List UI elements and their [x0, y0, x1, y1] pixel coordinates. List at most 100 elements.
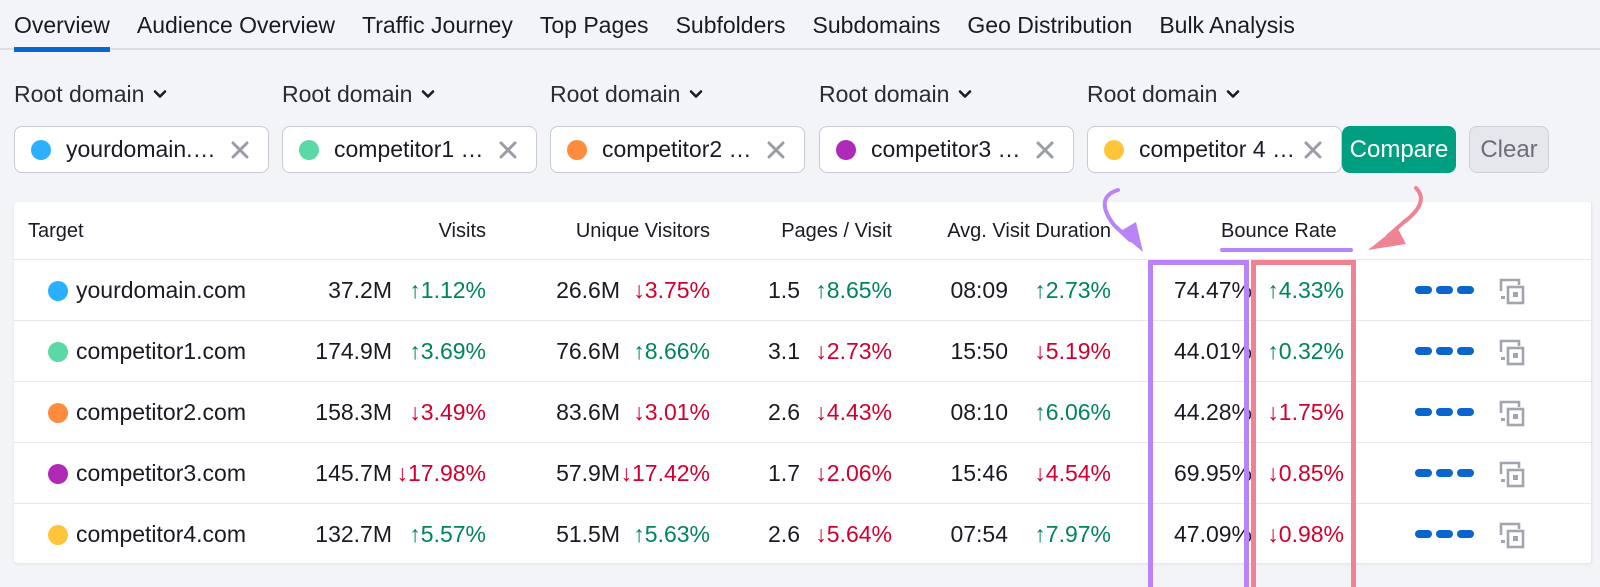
visits-change: ↑3.69%	[409, 338, 486, 364]
tab-bulk-analysis[interactable]: Bulk Analysis	[1159, 0, 1295, 50]
compare-pages-icon[interactable]	[1497, 398, 1527, 428]
avg-duration-change: ↑7.97%	[1034, 521, 1111, 547]
target-domain[interactable]: competitor3.com	[48, 443, 246, 504]
bounce-rate-value: 47.09%	[1173, 521, 1252, 547]
pages-visit-change: ↓5.64%	[815, 521, 892, 547]
domain-filter: Root domain competitor2 …	[550, 76, 805, 173]
tab-overview[interactable]: Overview	[14, 0, 110, 52]
table-header: Target Visits Unique Visitors Pages / Vi…	[14, 202, 1592, 260]
scope-label: Root domain	[14, 80, 145, 107]
tab-audience-overview[interactable]: Audience Overview	[137, 0, 335, 50]
table-row: competitor2.com 158.3M ↓3.49% 83.6M ↓3.0…	[14, 382, 1592, 443]
domain-input[interactable]: competitor3 …	[819, 126, 1074, 173]
visits-value: 132.7M	[315, 521, 392, 547]
domain-name: competitor3.com	[76, 460, 247, 486]
domain-filter: Root domain competitor 4 …	[1087, 76, 1342, 173]
pages-visit-value: 1.5	[768, 277, 800, 303]
clear-domain-button[interactable]	[226, 136, 254, 164]
domain-color-dot	[48, 463, 68, 484]
target-domain[interactable]: competitor4.com	[48, 504, 246, 565]
domain-color-dot	[299, 139, 319, 160]
domain-input[interactable]: competitor2 …	[550, 126, 805, 173]
visits-value: 145.7M	[315, 460, 392, 486]
bounce-rate-underline-annotation	[1220, 248, 1353, 252]
domain-input[interactable]: competitor1 …	[282, 126, 537, 173]
bounce-rate-value: 69.95%	[1173, 460, 1252, 486]
scrollbar-track[interactable]	[1591, 202, 1592, 563]
domain-input[interactable]: competitor 4 …	[1087, 126, 1342, 173]
scope-dropdown[interactable]: Root domain	[819, 76, 973, 112]
bounce-rate-change: ↑0.32%	[1267, 338, 1344, 364]
target-domain[interactable]: competitor1.com	[48, 321, 246, 382]
unique-visitors-value: 26.6M	[556, 277, 620, 303]
domain-name: yourdomain.com	[76, 277, 247, 303]
bounce-rate-value: 74.47%	[1173, 277, 1252, 303]
trend-chart-button[interactable]	[1415, 469, 1474, 477]
unique-visitors-change: ↓17.42%	[620, 460, 710, 486]
tab-traffic-journey[interactable]: Traffic Journey	[362, 0, 513, 50]
domain-input[interactable]: yourdomain.…	[14, 126, 269, 173]
bounce-rate-change: ↓1.75%	[1267, 399, 1344, 425]
unique-visitors-change: ↓3.01%	[633, 399, 710, 425]
avg-duration-value: 08:09	[950, 277, 1008, 303]
visits-value: 37.2M	[328, 277, 392, 303]
chevron-down-icon	[422, 90, 435, 98]
tab-subdomains[interactable]: Subdomains	[813, 0, 941, 50]
clear-domain-button[interactable]	[1299, 136, 1327, 164]
pages-visit-change: ↓2.73%	[815, 338, 892, 364]
pages-visit-value: 2.6	[768, 399, 800, 425]
domains-table: Target Visits Unique Visitors Pages / Vi…	[14, 202, 1592, 563]
clear-domain-button[interactable]	[762, 136, 790, 164]
domain-input-value: competitor3 …	[871, 136, 1021, 162]
compare-pages-icon[interactable]	[1497, 459, 1527, 489]
trend-chart-button[interactable]	[1415, 347, 1474, 355]
scope-dropdown[interactable]: Root domain	[14, 76, 168, 112]
unique-visitors-value: 76.6M	[556, 338, 620, 364]
pages-visit-change: ↓2.06%	[815, 460, 892, 486]
scope-dropdown[interactable]: Root domain	[1087, 76, 1241, 112]
domain-input-value: competitor 4 …	[1139, 136, 1295, 162]
compare-pages-icon[interactable]	[1497, 337, 1527, 367]
close-icon	[1036, 141, 1054, 158]
scope-dropdown[interactable]: Root domain	[550, 76, 704, 112]
visits-change: ↓3.49%	[409, 399, 486, 425]
bounce-rate-change: ↑4.33%	[1267, 277, 1344, 303]
chevron-down-icon	[1227, 90, 1240, 98]
visits-change: ↑1.12%	[409, 277, 486, 303]
domain-input-value: competitor2 …	[602, 136, 752, 162]
scope-dropdown[interactable]: Root domain	[282, 76, 436, 112]
clear-domain-button[interactable]	[494, 136, 522, 164]
trend-chart-button[interactable]	[1415, 530, 1474, 538]
avg-duration-value: 07:54	[950, 521, 1008, 547]
column-header-visits[interactable]: Visits	[439, 202, 486, 260]
tab-subfolders[interactable]: Subfolders	[676, 0, 786, 50]
compare-pages-icon[interactable]	[1497, 276, 1527, 306]
column-header-pages-visit[interactable]: Pages / Visit	[781, 202, 892, 260]
unique-visitors-change: ↓3.75%	[633, 277, 710, 303]
target-domain[interactable]: yourdomain.com	[48, 260, 246, 321]
target-domain[interactable]: competitor2.com	[48, 382, 246, 443]
tab-geo-distribution[interactable]: Geo Distribution	[967, 0, 1132, 50]
clear-button[interactable]: Clear	[1469, 126, 1549, 173]
column-header-unique-visitors[interactable]: Unique Visitors	[576, 202, 710, 260]
domain-input-value: yourdomain.…	[66, 136, 216, 162]
close-icon	[1304, 141, 1322, 158]
column-header-avg-visit-duration[interactable]: Avg. Visit Duration	[947, 202, 1111, 260]
domain-color-dot	[1104, 139, 1124, 160]
report-tabs: Overview Audience Overview Traffic Journ…	[0, 0, 1600, 52]
domain-color-dot	[48, 402, 68, 423]
domain-filter: Root domain competitor3 …	[819, 76, 1074, 173]
tab-top-pages[interactable]: Top Pages	[540, 0, 649, 50]
domain-color-dot	[48, 280, 68, 301]
domain-name: competitor2.com	[76, 399, 247, 425]
domain-color-dot	[836, 139, 856, 160]
pages-visit-value: 2.6	[768, 521, 800, 547]
scope-label: Root domain	[282, 80, 413, 107]
trend-chart-button[interactable]	[1415, 408, 1474, 416]
chevron-down-icon	[690, 90, 703, 98]
compare-pages-icon[interactable]	[1497, 520, 1527, 550]
clear-domain-button[interactable]	[1031, 136, 1059, 164]
compare-button[interactable]: Compare	[1342, 126, 1456, 173]
table-row: competitor4.com 132.7M ↑5.57% 51.5M ↑5.6…	[14, 504, 1592, 565]
trend-chart-button[interactable]	[1415, 286, 1474, 294]
